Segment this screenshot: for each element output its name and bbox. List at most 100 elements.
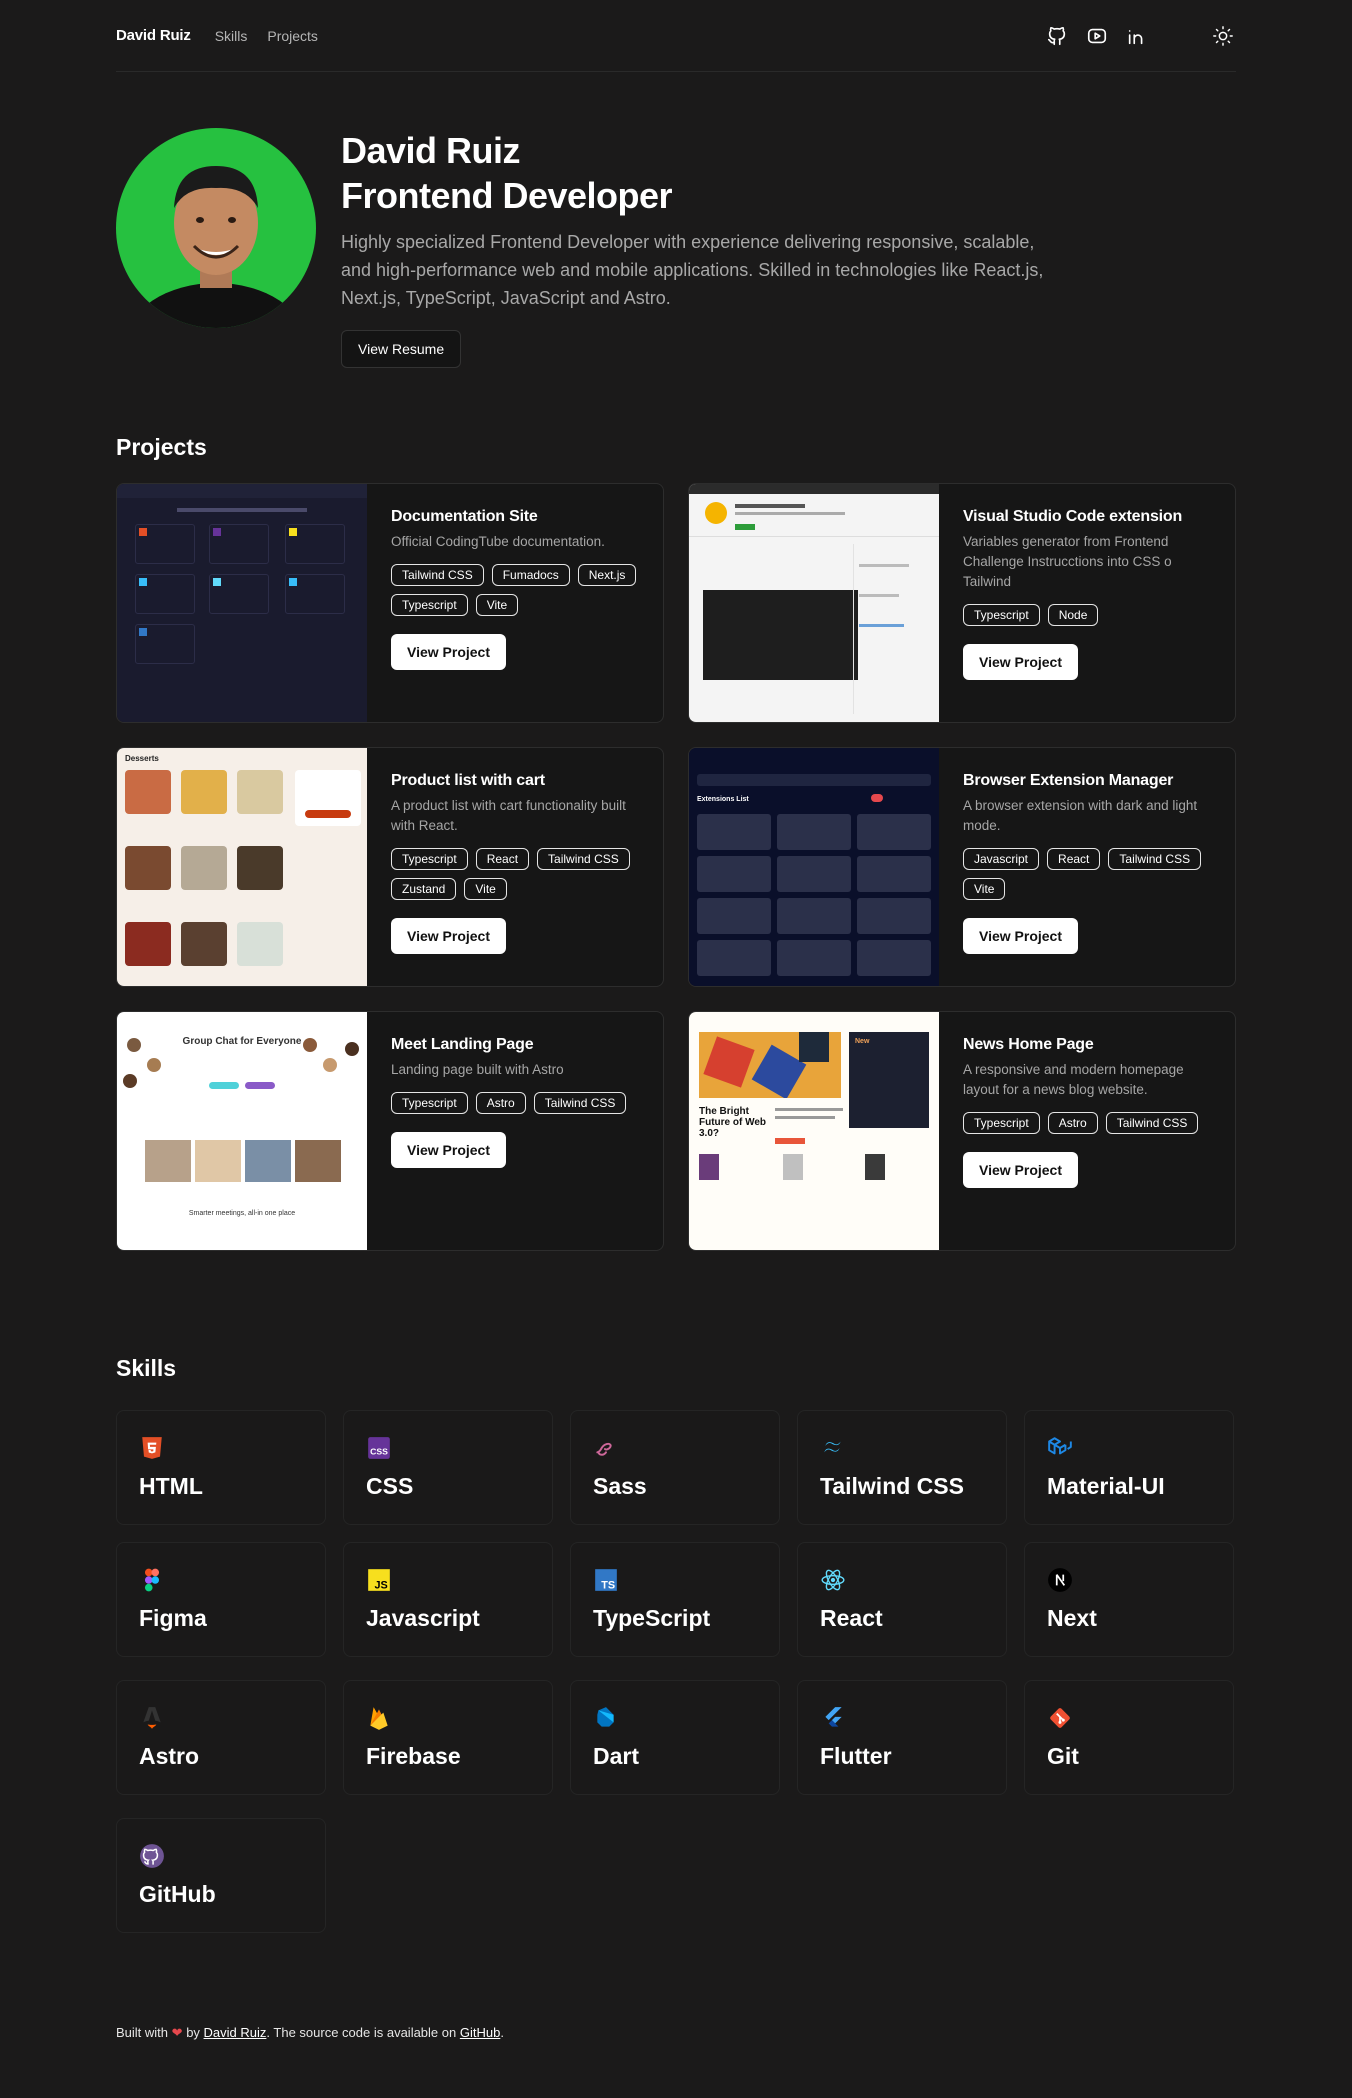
project-thumbnail[interactable]: Extensions List <box>689 748 939 986</box>
footer-middle: . The source code is available on <box>266 2025 457 2040</box>
skill-name: Tailwind CSS <box>820 1473 964 1499</box>
project-thumbnail[interactable]: Desserts <box>117 748 367 986</box>
project-thumbnail[interactable] <box>689 484 939 722</box>
svg-text:TS: TS <box>601 1580 615 1592</box>
tag: Tailwind CSS <box>391 564 484 586</box>
project-thumbnail[interactable]: Group Chat for Everyone Smarter meetings… <box>117 1012 367 1250</box>
mui-icon <box>1048 1437 1072 1455</box>
skills-title: Skills <box>116 1355 177 1381</box>
linkedin-icon[interactable] <box>1124 23 1150 49</box>
news-headline: The Bright Future of Web 3.0? <box>699 1106 767 1139</box>
svg-text:JS: JS <box>375 1580 388 1592</box>
skill-card-next: Next <box>1024 1542 1234 1657</box>
view-project-button[interactable]: View Project <box>963 644 1079 680</box>
heart-icon: ❤ <box>171 2025 183 2040</box>
project-card: Extensions List Browser Extension Manage… <box>688 747 1236 987</box>
avatar <box>116 128 316 328</box>
typescript-icon: TS <box>595 1569 617 1592</box>
project-title: Browser Extension Manager <box>963 772 1174 789</box>
tailwind-icon <box>824 1441 841 1453</box>
skill-name: Figma <box>139 1605 207 1631</box>
project-tags: Tailwind CSS Fumadocs Next.js Typescript… <box>391 564 645 616</box>
skill-card-git: Git <box>1024 1680 1234 1795</box>
git-icon <box>1050 1708 1070 1728</box>
skill-card-react: React <box>797 1542 1007 1657</box>
tag: Astro <box>475 1092 526 1114</box>
view-project-button[interactable]: View Project <box>963 1152 1079 1188</box>
news-new-label: New <box>855 1038 870 1045</box>
project-card: Visual Studio Code extension Variables g… <box>688 483 1236 723</box>
project-body: Visual Studio Code extension Variables g… <box>963 508 1217 680</box>
project-description: Official CodingTube documentation. <box>391 534 605 549</box>
project-card: Documentation Site Official CodingTube d… <box>116 483 664 723</box>
skill-name: Material-UI <box>1047 1473 1165 1499</box>
css-icon: CSS <box>368 1437 390 1459</box>
skill-card-flutter: Flutter <box>797 1680 1007 1795</box>
skill-card-dart: Dart <box>570 1680 780 1795</box>
project-card: New The Bright Future of Web 3.0? News H… <box>688 1011 1236 1251</box>
tag: Tailwind CSS <box>533 1092 627 1114</box>
skill-card-firebase: Firebase <box>343 1680 553 1795</box>
tag: Typescript <box>963 1112 1040 1134</box>
github-repo-link[interactable]: GitHub <box>460 2025 500 2040</box>
project-card: Group Chat for Everyone Smarter meetings… <box>116 1011 664 1251</box>
project-description: A browser extension with dark and light … <box>963 798 1198 833</box>
tag: Tailwind CSS <box>1108 848 1202 870</box>
skill-name: Javascript <box>366 1605 480 1631</box>
skill-name: CSS <box>366 1473 414 1499</box>
project-thumbnail[interactable]: New The Bright Future of Web 3.0? <box>689 1012 939 1250</box>
skill-name: Flutter <box>820 1743 892 1769</box>
skill-name: Firebase <box>366 1743 461 1769</box>
skill-card-github: GitHub <box>116 1818 326 1933</box>
author-link[interactable]: David Ruiz <box>204 2025 267 2040</box>
javascript-icon: JS <box>368 1569 390 1592</box>
skill-name: HTML <box>139 1473 203 1499</box>
project-thumbnail[interactable] <box>117 484 367 722</box>
hero-bio: Highly specialized Frontend Developer wi… <box>341 232 1044 308</box>
skill-card-material-ui: Material-UI <box>1024 1410 1234 1525</box>
extensions-heading: Extensions List <box>697 796 749 803</box>
tag: Javascript <box>963 848 1040 870</box>
top-nav: David Ruiz Skills Projects <box>116 0 1236 72</box>
skill-name: Git <box>1047 1743 1079 1769</box>
skill-name: React <box>820 1605 883 1631</box>
view-project-button[interactable]: View Project <box>391 634 507 670</box>
html5-icon <box>142 1437 162 1459</box>
tag: Typescript <box>391 1092 468 1114</box>
skill-card-tailwind: Tailwind CSS <box>797 1410 1007 1525</box>
skill-card-css: CSS CSS <box>343 1410 553 1525</box>
skills-grid: HTML CSS CSS Sass Tailwind CSS Material-… <box>116 1410 1236 1950</box>
skill-name: Next <box>1047 1605 1097 1631</box>
skills-section: Skills HTML CSS CSS Sass Tailwind CSS Ma… <box>116 1355 1236 1950</box>
nav-link-skills[interactable]: Skills <box>215 28 248 44</box>
brand-name[interactable]: David Ruiz <box>116 27 191 44</box>
view-project-button[interactable]: View Project <box>963 918 1079 954</box>
figma-icon <box>144 1568 160 1592</box>
skill-name: Dart <box>593 1743 640 1769</box>
firebase-icon <box>370 1707 388 1730</box>
project-body: Documentation Site Official CodingTube d… <box>391 508 645 670</box>
skill-card-javascript: JS Javascript <box>343 1542 553 1657</box>
github-icon[interactable] <box>1044 23 1070 49</box>
youtube-icon[interactable] <box>1084 23 1110 49</box>
nav-link-projects[interactable]: Projects <box>267 28 318 44</box>
project-description: A responsive and modern homepage layout … <box>963 1062 1184 1097</box>
github-icon <box>140 1844 164 1868</box>
projects-title: Projects <box>116 434 207 460</box>
skill-card-figma: Figma <box>116 1542 326 1657</box>
sun-icon[interactable] <box>1210 23 1236 49</box>
footer-prefix: Built with <box>116 2025 169 2040</box>
skill-name: GitHub <box>139 1881 216 1907</box>
project-tags: Typescript Astro Tailwind CSS <box>391 1092 645 1114</box>
project-body: Product list with cart A product list wi… <box>391 772 645 954</box>
tag: Typescript <box>391 594 468 616</box>
skill-name: Sass <box>593 1473 647 1499</box>
view-project-button[interactable]: View Project <box>391 918 507 954</box>
tag: Zustand <box>391 878 457 900</box>
tag: React <box>1047 848 1101 870</box>
project-tags: Typescript Astro Tailwind CSS <box>963 1112 1217 1134</box>
tag: Next.js <box>577 564 637 586</box>
skill-card-astro: Astro <box>116 1680 326 1795</box>
view-resume-button[interactable]: View Resume <box>341 330 462 368</box>
view-project-button[interactable]: View Project <box>391 1132 507 1168</box>
